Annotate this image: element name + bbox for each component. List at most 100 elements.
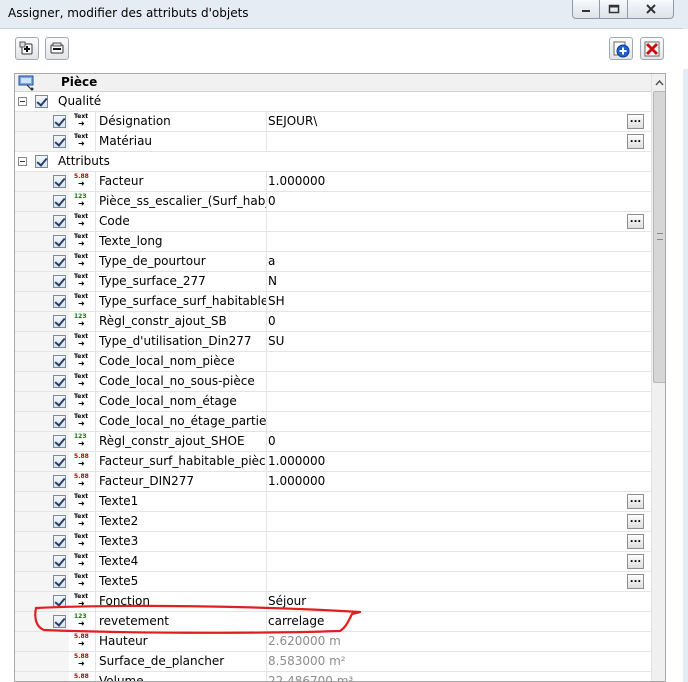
attribute-value[interactable]: N [266, 272, 628, 291]
attribute-value[interactable] [266, 232, 628, 251]
group-row: Attributs [15, 152, 651, 172]
attribute-checkbox[interactable] [53, 175, 66, 188]
delete-attribute-button[interactable] [640, 37, 664, 60]
attribute-value[interactable] [266, 132, 628, 151]
text-type-icon: Text ➜ [74, 353, 92, 369]
browse-button[interactable]: ... [627, 214, 644, 229]
attribute-value[interactable] [266, 532, 628, 551]
attribute-value[interactable]: Séjour [266, 592, 628, 611]
scroll-up-button[interactable] [652, 74, 665, 91]
arrow-icon: ➜ [78, 279, 85, 288]
vertical-scrollbar[interactable] [651, 74, 665, 681]
attribute-checkbox[interactable] [53, 435, 66, 448]
attribute-value[interactable] [266, 512, 628, 531]
arrow-icon: ➜ [78, 559, 85, 568]
text-type-icon: Text ➜ [74, 233, 92, 249]
attribute-checkbox[interactable] [53, 375, 66, 388]
attribute-checkbox[interactable] [53, 615, 66, 628]
attribute-row: 123 ➜ Pièce_ss_escalier_(Surf_hab_2 0 [15, 192, 651, 212]
collapse-all-button[interactable] [45, 37, 69, 60]
attribute-checkbox[interactable] [53, 515, 66, 528]
scroll-thumb[interactable] [653, 91, 665, 383]
attribute-checkbox[interactable] [53, 355, 66, 368]
attribute-checkbox[interactable] [53, 575, 66, 588]
attribute-checkbox[interactable] [53, 335, 66, 348]
browse-button[interactable]: ... [627, 134, 644, 149]
attribute-checkbox[interactable] [53, 555, 66, 568]
maximize-icon [608, 4, 619, 14]
attribute-row: 123 ➜ Règl_constr_ajout_SHOE 0 [15, 432, 651, 452]
attribute-value[interactable] [266, 412, 628, 431]
attribute-value[interactable] [266, 392, 628, 411]
text-type-icon: Text ➜ [74, 113, 92, 129]
maximize-button[interactable] [599, 0, 628, 19]
attribute-checkbox[interactable] [53, 315, 66, 328]
text-type-icon: Text ➜ [74, 413, 92, 429]
expand-all-button[interactable] [15, 37, 39, 60]
attribute-checkbox[interactable] [53, 255, 66, 268]
grid-header: Pièce [15, 74, 651, 92]
browse-button[interactable]: ... [627, 114, 644, 129]
attribute-value[interactable] [266, 572, 628, 591]
attribute-checkbox[interactable] [53, 215, 66, 228]
attribute-value[interactable]: 0 [266, 312, 628, 331]
attribute-value[interactable]: SEJOUR\ [266, 112, 628, 131]
add-attribute-button[interactable] [609, 37, 633, 60]
attribute-checkbox[interactable] [53, 195, 66, 208]
text-type-icon: Text ➜ [74, 493, 92, 509]
arrow-icon: ➜ [78, 319, 85, 328]
attribute-value[interactable]: 0 [266, 192, 628, 211]
attribute-name: Texte4 [95, 552, 267, 571]
text-type-icon: Text ➜ [74, 533, 92, 549]
attribute-value[interactable]: SH [266, 292, 628, 311]
attribute-name: Type_de_pourtour [95, 252, 267, 271]
attribute-value[interactable]: 1.000000 [266, 472, 628, 491]
attribute-value[interactable]: carrelage [266, 612, 628, 631]
group-checkbox[interactable] [35, 155, 48, 168]
browse-button[interactable]: ... [627, 534, 644, 549]
attribute-checkbox[interactable] [53, 475, 66, 488]
attribute-name: Facteur [95, 172, 267, 191]
attribute-checkbox[interactable] [53, 455, 66, 468]
attribute-checkbox[interactable] [53, 415, 66, 428]
browse-button[interactable]: ... [627, 494, 644, 509]
attribute-value: 2.620000 m [268, 634, 341, 648]
arrow-icon: ➜ [78, 659, 85, 668]
attribute-value[interactable]: 1.000000 [266, 172, 628, 191]
attribute-checkbox[interactable] [53, 275, 66, 288]
attribute-value[interactable] [266, 372, 628, 391]
attribute-checkbox[interactable] [53, 135, 66, 148]
attribute-value: 22.486700 m³ [268, 674, 354, 682]
attribute-checkbox[interactable] [53, 395, 66, 408]
attribute-checkbox[interactable] [53, 235, 66, 248]
attribute-value[interactable]: a [266, 252, 628, 271]
attribute-checkbox[interactable] [53, 115, 66, 128]
attribute-value[interactable]: SU [266, 332, 628, 351]
attribute-value[interactable]: 0 [266, 432, 628, 451]
attribute-value[interactable] [266, 552, 628, 571]
attribute-row: 5.88 ➜ Hauteur 2.620000 m [15, 632, 651, 652]
attribute-value[interactable] [266, 352, 628, 371]
browse-button[interactable]: ... [627, 574, 644, 589]
attribute-value: 8.583000 m² [268, 654, 346, 668]
text-type-icon: Text ➜ [74, 513, 92, 529]
collapse-toggle-icon[interactable] [18, 157, 27, 166]
browse-button[interactable]: ... [627, 514, 644, 529]
arrow-icon: ➜ [78, 519, 85, 528]
minimize-button[interactable] [572, 0, 600, 19]
chevron-up-icon [655, 79, 664, 85]
close-button[interactable] [627, 0, 674, 19]
integer-type-icon: 123 ➜ [74, 193, 92, 209]
attribute-value[interactable] [266, 212, 628, 231]
attribute-checkbox[interactable] [53, 595, 66, 608]
attribute-checkbox[interactable] [53, 535, 66, 548]
attribute-value[interactable]: 1.000000 [266, 452, 628, 471]
attribute-checkbox[interactable] [53, 495, 66, 508]
attribute-row: 5.88 ➜ Facteur_DIN277 1.000000 [15, 472, 651, 492]
group-checkbox[interactable] [35, 95, 48, 108]
attribute-checkbox[interactable] [53, 295, 66, 308]
collapse-toggle-icon[interactable] [18, 97, 27, 106]
attribute-value[interactable] [266, 492, 628, 511]
browse-button[interactable]: ... [627, 554, 644, 569]
attribute-row: 5.88➜Volume22.486700 m³ [15, 672, 651, 682]
